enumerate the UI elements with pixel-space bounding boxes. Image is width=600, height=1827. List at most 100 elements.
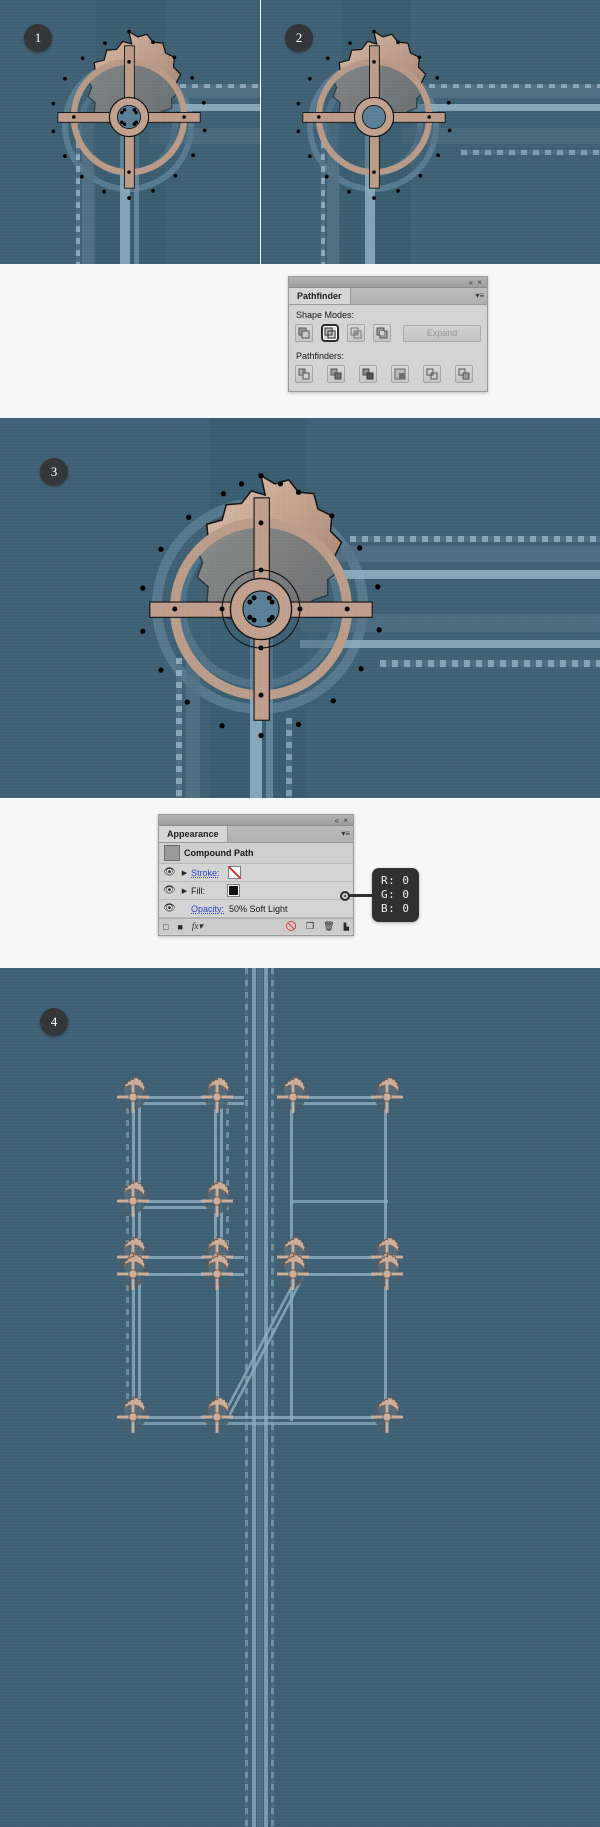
- appearance-list: Compound Path 👁 ▶ Stroke: 👁 ▶ Fill: 👁 Op…: [159, 843, 353, 934]
- shape-mode-minus-front-button[interactable]: [321, 324, 339, 342]
- pathfinder-strip: « × Pathfinder ▾≡ Shape Modes: Expand Pa…: [0, 264, 600, 418]
- pathfinders-row: [295, 365, 481, 383]
- step-badge-4-label: 4: [50, 1014, 58, 1029]
- pathfinders-label: Pathfinders:: [296, 351, 345, 361]
- shape-mode-intersect-button[interactable]: [347, 324, 365, 342]
- clear-appearance-icon[interactable]: 🚫: [286, 921, 297, 932]
- step-badge-1: 1: [24, 24, 52, 52]
- small-gear: [196, 1395, 238, 1438]
- pathfinder-titlebar[interactable]: « ×: [289, 277, 487, 288]
- callout-anchor-dot: [340, 891, 350, 901]
- shape-mode-exclude-button[interactable]: [373, 324, 391, 342]
- visibility-eye-icon[interactable]: 👁: [161, 885, 178, 896]
- pipe-vertical-mid: [257, 968, 263, 1827]
- expand-button[interactable]: Expand: [403, 324, 481, 342]
- visibility-eye-icon[interactable]: 👁: [161, 903, 178, 914]
- object-type-label: Compound Path: [184, 848, 254, 858]
- add-new-stroke-icon[interactable]: □: [163, 922, 168, 932]
- small-gear: [112, 1395, 154, 1438]
- resize-grip-icon[interactable]: ▙: [344, 923, 349, 931]
- appearance-titlebar[interactable]: « ×: [159, 815, 353, 826]
- duplicate-item-icon[interactable]: ❐: [306, 921, 314, 932]
- step-badge-3-label: 3: [50, 464, 58, 479]
- gear-graphic-step-2: [285, 28, 463, 206]
- pipe-vertical-dashed-left: [245, 968, 248, 1827]
- pathfinder-body: Shape Modes: Expand Pathfinders:: [289, 305, 487, 388]
- appearance-tabrow[interactable]: Appearance ▾≡: [159, 826, 353, 843]
- shape-mode-unite-button[interactable]: [295, 324, 313, 342]
- step-badge-4: 4: [40, 1008, 68, 1036]
- small-gear: [366, 1395, 408, 1438]
- pathfinder-tabrow[interactable]: Pathfinder ▾≡: [289, 288, 487, 305]
- small-gear: [272, 1252, 314, 1295]
- panel-menu-icon[interactable]: ▾≡: [475, 291, 484, 301]
- gear-graphic-step-1: [40, 28, 218, 206]
- callout-connector-line: [346, 894, 374, 897]
- pathfinder-merge-button[interactable]: [359, 365, 377, 383]
- stroke-label[interactable]: Stroke:: [191, 868, 220, 878]
- add-new-fill-icon[interactable]: ■: [177, 922, 182, 932]
- small-gear: [196, 1252, 238, 1295]
- small-gear: [272, 1075, 314, 1118]
- step-badge-1-label: 1: [34, 30, 42, 45]
- tab-pathfinder[interactable]: Pathfinder: [289, 288, 351, 304]
- callout-b-value: B: 0: [381, 902, 410, 915]
- small-gear: [366, 1252, 408, 1295]
- appearance-object-row[interactable]: Compound Path: [159, 843, 353, 864]
- step-1-artwork: 1: [0, 0, 260, 264]
- disclosure-triangle-icon[interactable]: ▶: [178, 869, 191, 877]
- panel-divider: [260, 0, 261, 264]
- appearance-row-opacity[interactable]: 👁 Opacity: 50% Soft Light: [159, 900, 353, 918]
- pathfinder-crop-button[interactable]: [391, 365, 409, 383]
- appearance-row-fill[interactable]: 👁 ▶ Fill:: [159, 882, 353, 900]
- small-gear: [196, 1179, 238, 1222]
- small-gear: [366, 1075, 408, 1118]
- step-badge-2: 2: [285, 24, 313, 52]
- illustration-step-4: 4: [0, 968, 600, 1827]
- gear-svg: [51, 29, 207, 200]
- pathfinder-minus-back-button[interactable]: [455, 365, 473, 383]
- appearance-footer: □ ■ fx▾ 🚫 ❐ 🗑 ▙: [159, 918, 353, 934]
- visibility-eye-icon[interactable]: 👁: [161, 867, 178, 878]
- disclosure-triangle-icon[interactable]: ▶: [178, 887, 191, 895]
- pathfinder-divide-button[interactable]: [295, 365, 313, 383]
- gear-graphic-step-3: [122, 470, 400, 748]
- shape-modes-row: Expand: [295, 324, 481, 342]
- step-2-artwork: 2: [261, 0, 600, 264]
- appearance-row-stroke[interactable]: 👁 ▶ Stroke:: [159, 864, 353, 882]
- shape-modes-label: Shape Modes:: [296, 310, 355, 320]
- add-new-effect-icon[interactable]: fx▾: [192, 921, 203, 932]
- small-gear: [196, 1075, 238, 1118]
- pipe-vertical-light-b: [264, 968, 268, 1827]
- tab-appearance[interactable]: Appearance: [159, 826, 228, 842]
- tabrow-filler: [350, 288, 487, 304]
- tabrow-filler: [227, 826, 353, 842]
- callout-r-value: R: 0: [381, 874, 410, 887]
- pipe-vertical-light-a: [252, 968, 256, 1827]
- delete-item-icon[interactable]: 🗑: [323, 921, 334, 932]
- small-gear: [112, 1252, 154, 1295]
- panel-menu-icon[interactable]: ▾≡: [341, 829, 350, 839]
- illustration-step-1-2: 1 2: [0, 0, 600, 264]
- appearance-panel[interactable]: « × Appearance ▾≡ Compound Path 👁 ▶ Stro…: [158, 814, 354, 936]
- gear-svg: [296, 29, 452, 200]
- step-badge-3: 3: [40, 458, 68, 486]
- fill-swatch-black[interactable]: [227, 884, 240, 897]
- panel-collapse-close-controls[interactable]: « ×: [469, 278, 483, 287]
- pathfinder-panel[interactable]: « × Pathfinder ▾≡ Shape Modes: Expand Pa…: [288, 276, 488, 392]
- small-gear: [112, 1179, 154, 1222]
- pathfinder-trim-button[interactable]: [327, 365, 345, 383]
- callout-g-value: G: 0: [381, 888, 410, 901]
- illustration-step-3: 3: [0, 418, 600, 798]
- gear-svg: [140, 472, 382, 739]
- opacity-value: 50% Soft Light: [229, 903, 288, 914]
- fill-label[interactable]: Fill:: [191, 886, 205, 896]
- step-badge-2-label: 2: [295, 30, 303, 45]
- pathfinder-outline-button[interactable]: [423, 365, 441, 383]
- panel-collapse-close-controls[interactable]: « ×: [335, 816, 349, 825]
- rgb-callout: R: 0 G: 0 B: 0: [372, 868, 419, 922]
- gear-hub: [108, 96, 150, 138]
- stroke-swatch-none[interactable]: [227, 866, 241, 879]
- opacity-label[interactable]: Opacity:: [191, 904, 224, 914]
- object-thumbnail: [164, 845, 180, 861]
